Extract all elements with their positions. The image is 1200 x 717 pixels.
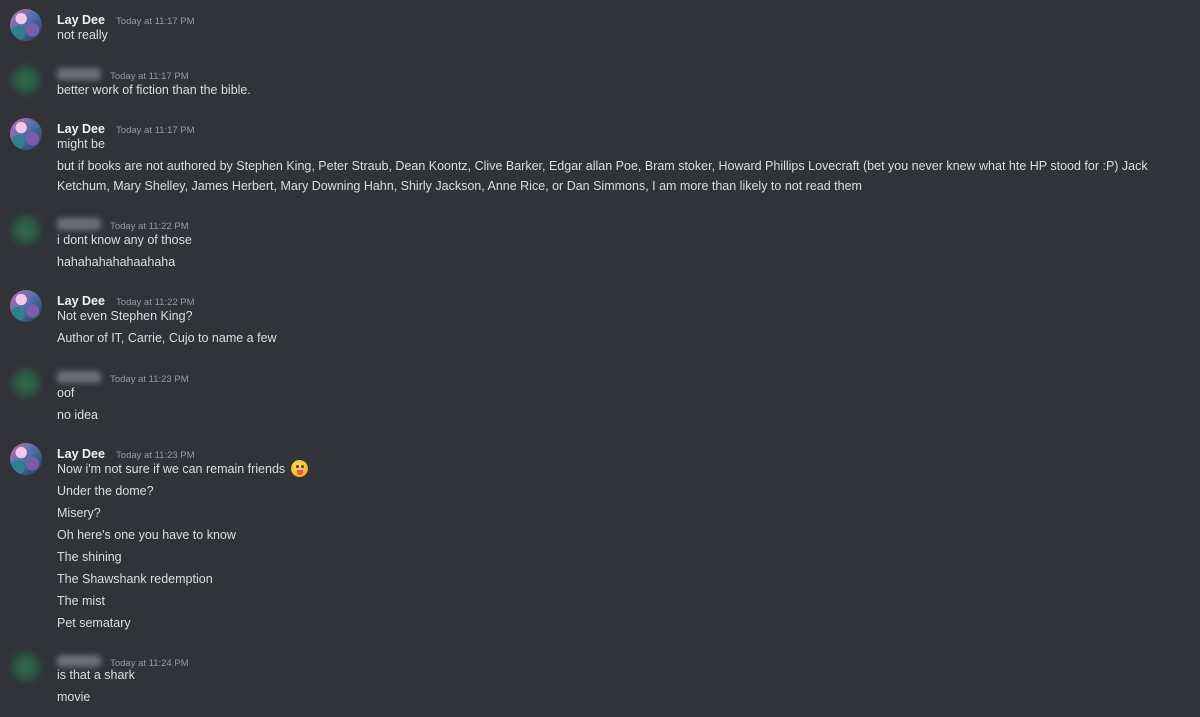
message-text: better work of fiction than the bible. — [57, 83, 251, 97]
message-text-content: Now i'm not sure if we can remain friend… — [57, 462, 286, 476]
message-text: Misery? — [57, 506, 101, 520]
avatar[interactable] — [10, 367, 42, 399]
message-group: Today at 11:22 PM i dont know any of tho… — [0, 205, 1200, 280]
message-group: Today at 11:23 PM oof no idea — [0, 358, 1200, 433]
avatar[interactable] — [10, 118, 42, 150]
username-redacted[interactable] — [57, 370, 101, 383]
message-header: Lay Dee Today at 11:17 PM — [57, 118, 195, 136]
message-text: The Shawshank redemption — [57, 572, 213, 586]
message-header: Lay Dee Today at 11:23 PM — [57, 443, 195, 461]
message-group: Lay Dee Today at 11:17 PM not really — [0, 0, 1200, 55]
message-header: Lay Dee Today at 11:22 PM — [57, 290, 195, 308]
message-text: i dont know any of those — [57, 233, 192, 247]
avatar[interactable] — [10, 214, 42, 246]
avatar[interactable] — [10, 64, 42, 96]
message-text: Pet sematary — [57, 616, 131, 630]
stuck-out-tongue-emoji-icon[interactable] — [290, 460, 308, 477]
message-text: The mist — [57, 594, 105, 608]
message-group: Lay Dee Today at 11:17 PM might be but i… — [0, 109, 1200, 199]
message-text: might be — [57, 137, 105, 151]
message-group: Lay Dee Today at 11:23 PM Now i'm not su… — [0, 434, 1200, 634]
message-header: Today at 11:17 PM — [57, 64, 189, 82]
message-group: Lay Dee Today at 11:22 PM Not even Steph… — [0, 281, 1200, 356]
message-text: The shining — [57, 550, 122, 564]
chat-log: Lay Dee Today at 11:17 PM not really Tod… — [0, 0, 1200, 717]
avatar[interactable] — [10, 651, 42, 683]
message-text: is that a shark — [57, 668, 135, 682]
message-text: not really — [57, 28, 108, 42]
message-text: no idea — [57, 408, 99, 422]
message-text: Author of IT, Carrie, Cujo to name a few — [57, 331, 277, 345]
message-group: Today at 11:17 PM better work of fiction… — [0, 55, 1200, 110]
avatar[interactable] — [10, 290, 42, 322]
username-redacted[interactable] — [57, 67, 101, 80]
avatar[interactable] — [10, 443, 42, 475]
message-text: Under the dome? — [57, 484, 154, 498]
message-text: Not even Stephen King? — [57, 309, 193, 323]
avatar[interactable] — [10, 9, 42, 41]
message-text: oof — [57, 386, 75, 400]
message-header: Today at 11:23 PM — [57, 367, 189, 385]
username-redacted[interactable] — [57, 217, 101, 230]
message-header: Lay Dee Today at 11:17 PM — [57, 9, 195, 27]
message-header: Today at 11:22 PM — [57, 214, 189, 232]
message-text: Now i'm not sure if we can remain friend… — [57, 459, 1182, 479]
message-text: but if books are not authored by Stephen… — [57, 159, 1148, 193]
message-text: hahahahahahaahaha — [57, 255, 176, 269]
message-group: Today at 11:24 PM is that a shark movie — [0, 642, 1200, 717]
message-text: movie — [57, 690, 91, 704]
message-text: Oh here's one you have to know — [57, 528, 236, 542]
